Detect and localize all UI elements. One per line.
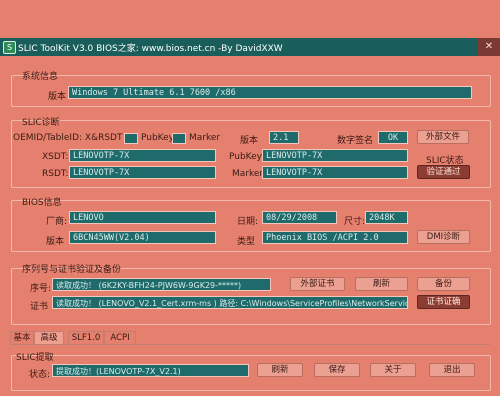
external-cert-button[interactable]: 外部证书: [290, 277, 345, 291]
slic-diagnostics-title: SLIC诊断: [22, 118, 60, 128]
rsdt-field[interactable]: LENOVOTP-7X: [69, 166, 216, 179]
tab-divider: [10, 344, 490, 345]
rsdt-label: RSDT:: [42, 169, 69, 179]
slic-version-field[interactable]: 2.1: [269, 131, 299, 144]
bios-size-label: 尺寸:: [344, 217, 366, 227]
bios-info-title: BIOS信息: [22, 198, 62, 208]
app-icon: S: [3, 41, 16, 54]
extract-refresh-button[interactable]: 刷新: [257, 363, 303, 377]
xrsdt-indicator: [124, 133, 138, 144]
serial-field[interactable]: 读取成功！ (6K2KY-BFH24-PJW6W-9GK29-*****): [52, 278, 271, 291]
bios-vendor-field[interactable]: LENOVO: [69, 211, 216, 224]
exit-button[interactable]: 退出: [429, 363, 475, 377]
about-button[interactable]: 关于: [370, 363, 416, 377]
xsdt-field[interactable]: LENOVOTP-7X: [69, 149, 216, 162]
oemid-tableid-label: OEMID/TableID: X&RSDT: [13, 133, 123, 143]
slic-extract-title: SLIC提取: [16, 353, 54, 363]
close-icon[interactable]: ✕: [478, 38, 500, 56]
pubkey-field[interactable]: LENOVOTP-7X: [262, 149, 408, 162]
os-version-field[interactable]: Windows 7 Ultimate 6.1 7600 /x86: [68, 86, 472, 99]
pubkey-label: PubKey:: [229, 152, 265, 162]
tab-advanced[interactable]: 高级: [34, 331, 64, 344]
pubkey-indicator: [172, 133, 186, 144]
external-file-button[interactable]: 外部文件: [417, 130, 469, 144]
marker-field[interactable]: LENOVOTP-7X: [262, 166, 408, 179]
save-button[interactable]: 保存: [314, 363, 360, 377]
digital-signature-field[interactable]: OK: [378, 131, 408, 144]
slic-version-label: 版本: [240, 136, 259, 146]
bios-vendor-label: 厂商:: [46, 217, 68, 227]
bios-size-field[interactable]: 2048K: [365, 211, 408, 224]
cert-label: 证书: [30, 302, 49, 312]
tab-acpi[interactable]: ACPI: [104, 331, 136, 344]
serial-cert-title: 序列号与证书验证及备份: [22, 265, 122, 275]
bios-version-label: 版本: [46, 237, 65, 247]
bios-version-field[interactable]: 6BCN45WW(V2.04): [69, 231, 216, 244]
xsdt-label: XSDT:: [42, 152, 69, 162]
window-title: SLIC ToolKit V3.0 BIOS之家: www.bios.net.c…: [18, 44, 283, 54]
os-version-label: 版本: [48, 92, 67, 102]
tab-basic[interactable]: 基本: [10, 331, 34, 344]
bios-type-field[interactable]: Phoenix BIOS /ACPI 2.0: [262, 231, 408, 244]
extract-status-label: 状态:: [29, 370, 51, 380]
serial-label: 序号:: [30, 284, 52, 294]
dmi-diagnostics-button[interactable]: DMI诊断: [417, 230, 470, 244]
marker-indicator-label: Marker: [189, 133, 221, 143]
serial-refresh-button[interactable]: 刷新: [355, 277, 408, 291]
bios-type-label: 类型: [237, 237, 256, 247]
tab-slf[interactable]: SLF1.0: [68, 331, 104, 344]
cert-field[interactable]: 读取成功！ (LENOVO_V2.1_Cert.xrm-ms ) 路径: C:\…: [52, 296, 408, 309]
bios-date-label: 日期:: [237, 217, 259, 227]
digital-signature-label: 数字签名: [337, 136, 374, 146]
slic-status-button[interactable]: 验证通过: [417, 165, 470, 179]
system-info-title: 系统信息: [22, 72, 59, 82]
bios-date-field[interactable]: 08/29/2008: [262, 211, 337, 224]
cert-verify-button[interactable]: 证书证确: [417, 295, 470, 309]
marker-label: Marker:: [232, 169, 266, 179]
pubkey-indicator-label: PubKey: [141, 133, 175, 143]
title-bar[interactable]: S SLIC ToolKit V3.0 BIOS之家: www.bios.net…: [0, 38, 500, 56]
extract-status-field[interactable]: 提取成功！(LENOVOTP-7X_V2.1): [52, 364, 249, 377]
backup-button[interactable]: 备份: [417, 277, 470, 291]
